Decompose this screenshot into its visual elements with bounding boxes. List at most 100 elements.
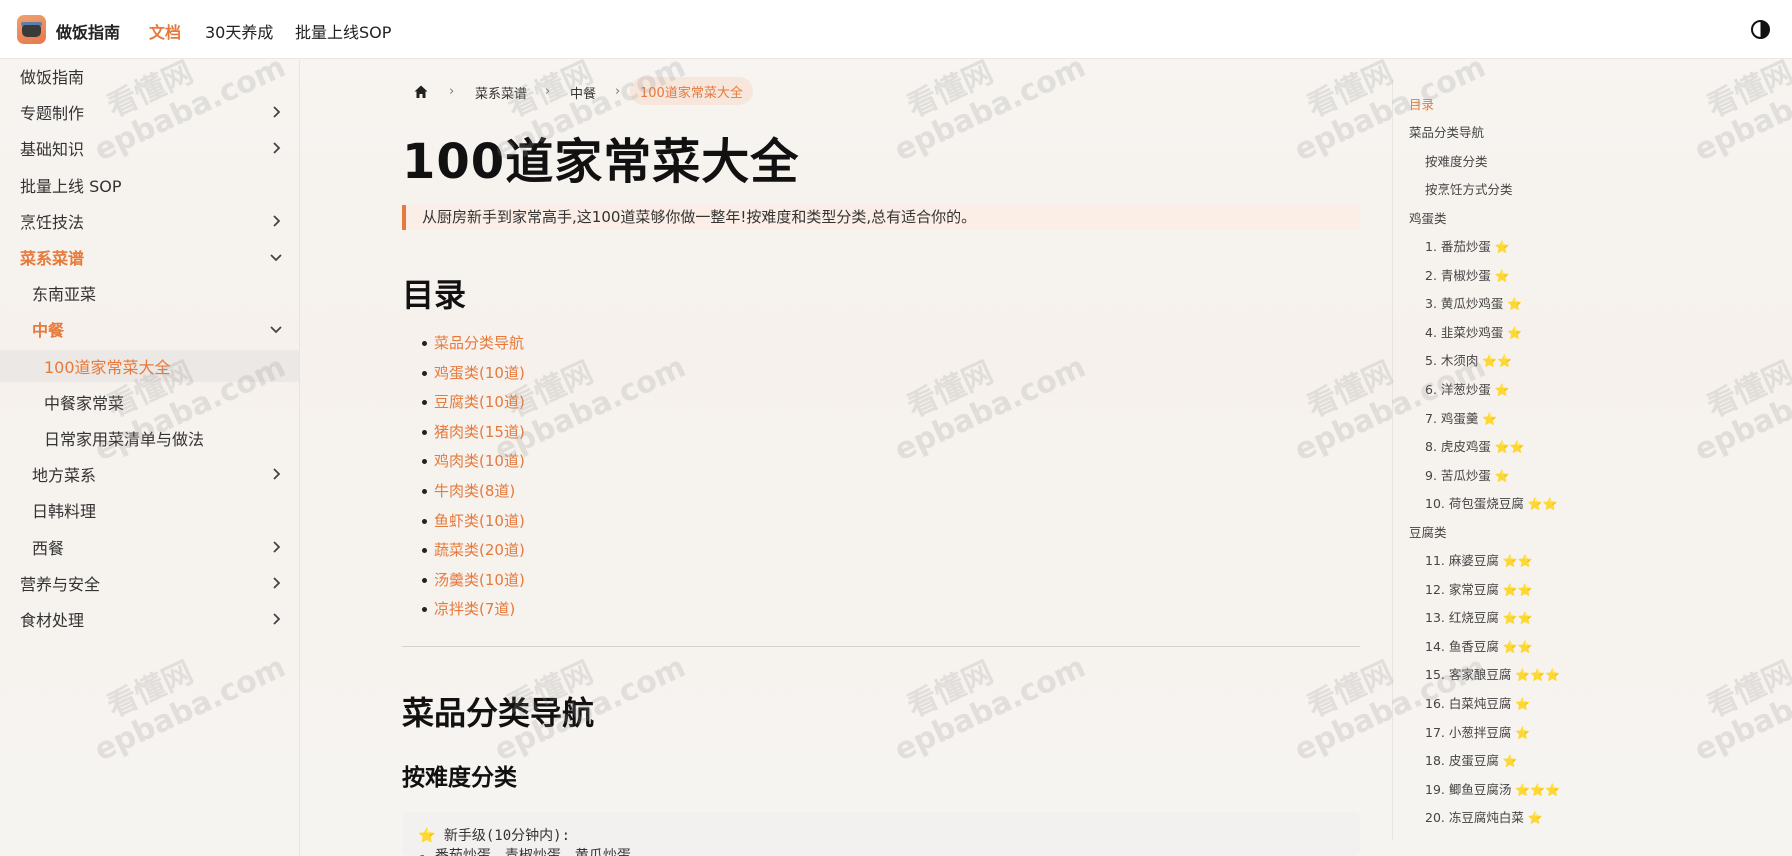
sidebar-item[interactable]: 基础知识 (0, 132, 299, 164)
right-toc-item-label: 9. 苦瓜炒蛋 (1425, 467, 1491, 483)
chevron-right-icon[interactable] (268, 539, 284, 555)
sidebar-item[interactable]: 做饭指南 (0, 60, 299, 92)
toc-heading: 目录 (402, 276, 467, 314)
subsection-heading: 按难度分类 (402, 765, 517, 791)
sidebar-item[interactable]: 菜系菜谱 (0, 241, 299, 273)
right-toc-item[interactable]: 豆腐类 (1409, 522, 1447, 541)
right-toc-item-label: 13. 红烧豆腐 (1425, 610, 1499, 626)
sidebar-item-label: 东南亚菜 (32, 285, 97, 305)
right-toc-item-label: 18. 皮蛋豆腐 (1425, 753, 1499, 769)
sidebar-item[interactable]: 食材处理 (0, 603, 299, 635)
star-icon: ⭐ (1507, 297, 1523, 312)
right-toc-item[interactable]: 鸡蛋类 (1409, 208, 1447, 227)
toc-link[interactable]: 豆腐类(10道) (422, 389, 525, 419)
sidebar-item[interactable]: 中餐家常菜 (0, 386, 299, 418)
theme-toggle-icon[interactable] (1751, 20, 1770, 39)
breadcrumb-item[interactable]: 中餐 (570, 83, 596, 102)
chevron-right-icon[interactable] (268, 611, 284, 627)
intro-blockquote: 从厨房新手到家常高手,这100道菜够你做一整年!按难度和类型分类,总有适合你的。 (402, 205, 1360, 230)
star-icon: ⭐⭐⭐ (1515, 668, 1561, 683)
chevron-down-icon[interactable] (268, 321, 284, 337)
chevron-right-icon[interactable] (268, 104, 284, 120)
sidebar-item[interactable]: 中餐 (0, 313, 299, 345)
right-toc-item[interactable]: 20. 冻豆腐炖白菜 ⭐ (1425, 807, 1543, 826)
right-toc-item[interactable]: 7. 鸡蛋羹 ⭐ (1425, 408, 1497, 427)
code-line: - 番茄炒蛋、青椒炒蛋、黄瓜炒蛋 (418, 848, 631, 856)
logo-icon[interactable] (17, 15, 46, 44)
right-toc-item[interactable]: 按难度分类 (1425, 151, 1488, 170)
right-toc-item-label: 20. 冻豆腐炖白菜 (1425, 810, 1524, 826)
toc-link[interactable]: 牛肉类(8道) (422, 478, 525, 508)
toc-list: 菜品分类导航 鸡蛋类(10道) 豆腐类(10道) 猪肉类(15道) 鸡肉类(10道) 牛肉… (422, 330, 525, 626)
right-toc-item[interactable]: 2. 青椒炒蛋 ⭐ (1425, 265, 1510, 284)
sidebar-item[interactable]: 烹饪技法 (0, 205, 299, 237)
brand-title[interactable]: 做饭指南 (56, 19, 120, 43)
right-toc-item[interactable]: 13. 红烧豆腐 ⭐⭐ (1425, 607, 1533, 626)
sidebar-item[interactable]: 东南亚菜 (0, 277, 299, 309)
sidebar-item-label: 100道家常菜大全 (44, 357, 171, 377)
right-toc-item-label: 2. 青椒炒蛋 (1425, 267, 1491, 283)
sidebar-item[interactable]: 批量上线 SOP (0, 169, 299, 201)
right-toc-item[interactable]: 18. 皮蛋豆腐 ⭐ (1425, 750, 1518, 769)
right-toc-item[interactable]: 17. 小葱拌豆腐 ⭐ (1425, 722, 1530, 741)
sidebar-item[interactable]: 西餐 (0, 531, 299, 563)
star-icon: ⭐⭐ (1502, 639, 1533, 654)
right-toc-item[interactable]: 6. 洋葱炒蛋 ⭐ (1425, 379, 1510, 398)
watermark-line: epbaba.com (889, 649, 1092, 769)
sidebar-item[interactable]: 营养与安全 (0, 567, 299, 599)
sidebar-item-label: 日常家用菜清单与做法 (44, 430, 205, 449)
right-toc-item-label: 14. 鱼香豆腐 (1425, 638, 1499, 654)
right-toc-item[interactable]: 19. 鲫鱼豆腐汤 ⭐⭐⭐ (1425, 779, 1560, 798)
right-toc-item[interactable]: 10. 荷包蛋烧豆腐 ⭐⭐ (1425, 493, 1558, 512)
right-toc-item[interactable]: 3. 黄瓜炒鸡蛋 ⭐ (1425, 293, 1522, 312)
sidebar-item[interactable]: 100道家常菜大全 (0, 349, 299, 382)
code-line: ⭐ 新手级(10分钟内): (418, 828, 571, 844)
sidebar-item[interactable]: 地方菜系 (0, 458, 299, 490)
nav-30-days[interactable]: 30天养成 (205, 19, 273, 43)
sidebar-item[interactable]: 日常家用菜清单与做法 (0, 422, 299, 454)
right-toc-item[interactable]: 8. 虎皮鸡蛋 ⭐⭐ (1425, 436, 1525, 455)
watermark: 看懂网 epbaba.com (875, 320, 1091, 468)
right-toc-item[interactable]: 9. 苦瓜炒蛋 ⭐ (1425, 465, 1510, 484)
sidebar-item-label: 日韩料理 (32, 502, 97, 522)
breadcrumb-item[interactable]: 菜系菜谱 (475, 83, 527, 102)
right-toc-item-label: 豆腐类 (1409, 524, 1447, 540)
toc-link[interactable]: 汤羹类(10道) (422, 567, 525, 597)
right-toc-item-label: 19. 鲫鱼豆腐汤 (1425, 781, 1512, 797)
toc-link[interactable]: 鸡蛋类(10道) (422, 360, 525, 390)
toc-link[interactable]: 鸡肉类(10道) (422, 448, 525, 478)
right-toc-item-label: 6. 洋葱炒蛋 (1425, 381, 1491, 397)
toc-link[interactable]: 猪肉类(15道) (422, 419, 525, 449)
nav-docs[interactable]: 文档 (149, 19, 181, 43)
toc-link[interactable]: 蔬菜类(20道) (422, 537, 525, 567)
star-icon: ⭐⭐⭐ (1515, 782, 1561, 797)
toc-link[interactable]: 凉拌类(7道) (422, 596, 525, 626)
right-toc-item[interactable]: 猪肉类 (1409, 836, 1447, 840)
right-toc-item[interactable]: 菜品分类导航 (1409, 122, 1484, 141)
chevron-right-icon[interactable] (268, 575, 284, 591)
right-toc-item[interactable]: 1. 番茄炒蛋 ⭐ (1425, 236, 1510, 255)
right-toc-item[interactable]: 12. 家常豆腐 ⭐⭐ (1425, 579, 1533, 598)
right-toc-title[interactable]: 目录 (1409, 94, 1434, 113)
right-toc-item[interactable]: 16. 白菜炖豆腐 ⭐ (1425, 693, 1530, 712)
chevron-right-icon[interactable] (268, 466, 284, 482)
nav-batch-sop[interactable]: 批量上线SOP (295, 19, 391, 43)
star-icon: ⭐ (1507, 325, 1523, 340)
sidebar-item[interactable]: 日韩料理 (0, 494, 299, 526)
toc-link[interactable]: 鱼虾类(10道) (422, 508, 525, 538)
home-icon[interactable] (413, 84, 429, 100)
section-heading: 菜品分类导航 (402, 694, 595, 732)
toc-link[interactable]: 菜品分类导航 (422, 330, 525, 360)
chevron-right-icon[interactable] (268, 213, 284, 229)
chevron-down-icon[interactable] (268, 249, 284, 265)
right-toc-item[interactable]: 4. 韭菜炒鸡蛋 ⭐ (1425, 322, 1522, 341)
right-toc-item[interactable]: 14. 鱼香豆腐 ⭐⭐ (1425, 636, 1533, 655)
right-toc-item[interactable]: 5. 木须肉 ⭐⭐ (1425, 350, 1512, 369)
right-toc-item[interactable]: 按烹饪方式分类 (1425, 179, 1513, 198)
sidebar-item[interactable]: 专题制作 (0, 96, 299, 128)
right-toc-item[interactable]: 11. 麻婆豆腐 ⭐⭐ (1425, 550, 1533, 569)
right-toc-item[interactable]: 15. 客家酿豆腐 ⭐⭐⭐ (1425, 664, 1560, 683)
watermark-line: epbaba.com (889, 49, 1092, 169)
sidebar-item-label: 菜系菜谱 (20, 249, 85, 268)
chevron-right-icon[interactable] (268, 140, 284, 156)
